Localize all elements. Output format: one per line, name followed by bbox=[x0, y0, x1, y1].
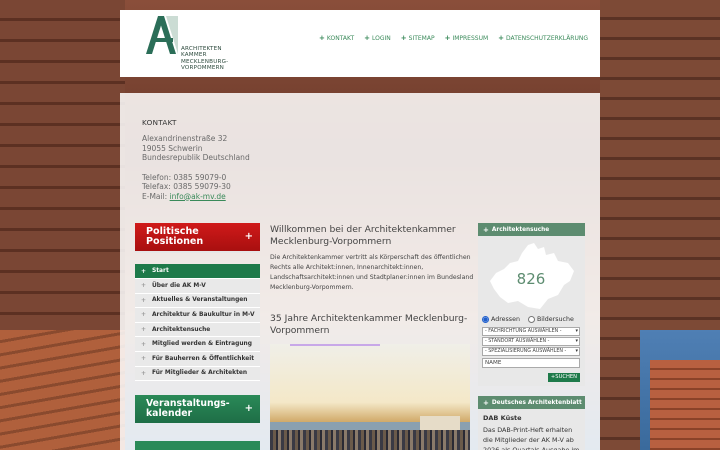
contact-title: KONTAKT bbox=[142, 118, 177, 127]
plus-icon: + bbox=[244, 231, 253, 242]
leftnav-label: Für Bauherren & Öffentlichkeit bbox=[152, 355, 255, 362]
logo-text: ARCHITEKTEN KAMMER MECKLENBURG- VORPOMME… bbox=[181, 46, 228, 72]
next-banner-strip[interactable] bbox=[135, 441, 260, 450]
plus-icon: + bbox=[141, 311, 147, 319]
plus-icon: + bbox=[141, 282, 147, 290]
event-photo[interactable] bbox=[270, 344, 470, 450]
search-button-label: SUCHEN bbox=[555, 374, 578, 380]
select-value: - STANDORT AUSWÄHLEN - bbox=[485, 339, 550, 344]
plus-icon: + bbox=[141, 267, 147, 275]
veranstaltungskalender-banner[interactable]: Veranstaltungs- kalender + bbox=[135, 395, 260, 423]
politische-positionen-banner[interactable]: Politische Positionen + bbox=[135, 223, 260, 251]
leftnav-item-architektensuche[interactable]: + Architektensuche bbox=[135, 322, 260, 338]
contact-address: Alexandrinenstraße 32 19055 Schwerin Bun… bbox=[142, 134, 250, 201]
dab-text: Das DAB-Print-Heft erhalten die Mitglied… bbox=[483, 426, 580, 450]
nav-impressum[interactable]: + IMPRESSUM bbox=[445, 34, 489, 42]
result-count: 826 bbox=[516, 270, 546, 288]
plus-icon: + bbox=[364, 34, 370, 42]
nav-label: DATENSCHUTZERKLÄRUNG bbox=[506, 34, 588, 42]
leftnav-label: Architektensuche bbox=[152, 326, 211, 333]
logo-line: VORPOMMERN bbox=[181, 65, 225, 72]
nav-label: IMPRESSUM bbox=[452, 34, 489, 42]
chevron-down-icon: ▾ bbox=[575, 328, 578, 334]
background-house-right bbox=[650, 360, 720, 450]
side-head-label: Deutsches Architektenblatt bbox=[491, 399, 582, 406]
site-header: ARCHITEKTEN KAMMER MECKLENBURG- VORPOMME… bbox=[120, 10, 600, 77]
address-country: Bundesrepublik Deutschland bbox=[142, 153, 250, 162]
background-roof-left bbox=[0, 330, 125, 450]
leftnav-label: Für Mitglieder & Architekten bbox=[152, 370, 248, 377]
leftnav-label: Über die AK M-V bbox=[152, 282, 206, 289]
leftnav-label: Aktuelles & Veranstaltungen bbox=[152, 297, 248, 304]
radio-label: Bildersuche bbox=[536, 316, 574, 323]
plus-icon: + bbox=[318, 34, 325, 42]
plus-icon: + bbox=[483, 225, 489, 234]
name-input[interactable]: NAME bbox=[482, 358, 580, 368]
dab-title[interactable]: DAB Küste bbox=[483, 414, 522, 422]
plus-icon: + bbox=[141, 369, 147, 377]
plus-icon: + bbox=[141, 340, 147, 348]
email-label: E-Mail: bbox=[142, 191, 170, 201]
search-mode-radios: Adressen Bildersuche bbox=[482, 316, 574, 323]
plus-icon: + bbox=[483, 398, 489, 407]
leftnav-item-aktuelles[interactable]: + Aktuelles & Veranstaltungen bbox=[135, 293, 260, 309]
select-value: - FACHRICHTUNG AUSWÄHLEN - bbox=[485, 329, 562, 334]
select-fachrichtung[interactable]: - FACHRICHTUNG AUSWÄHLEN - ▾ bbox=[482, 327, 580, 336]
select-value: - SPEZIALISIERUNG AUSWÄHLEN - bbox=[485, 349, 567, 354]
banner-line: Positionen bbox=[146, 236, 204, 247]
contact-fax: Telefax: 0385 59079-30 bbox=[142, 182, 231, 191]
plus-icon: + bbox=[141, 355, 147, 363]
contact-phone: Telefon: 0385 59079-0 bbox=[142, 172, 227, 182]
leftnav-label: Mitglied werden & Eintragung bbox=[152, 341, 252, 348]
nav-sitemap[interactable]: + SITEMAP bbox=[401, 34, 435, 42]
jahre-heading[interactable]: 35 Jahre Architektenkammer Mecklenburg-V… bbox=[270, 313, 475, 336]
plus-icon: + bbox=[244, 403, 253, 414]
nav-label: KONTAKT bbox=[326, 34, 355, 42]
leftnav-label: Start bbox=[152, 268, 169, 274]
nav-label: LOGIN bbox=[372, 34, 391, 42]
email-link[interactable]: info@ak-mv.de bbox=[170, 192, 226, 201]
logo-icon[interactable] bbox=[144, 16, 178, 54]
select-spezialisierung[interactable]: - SPEZIALISIERUNG AUSWÄHLEN - ▾ bbox=[482, 347, 580, 356]
side-head-label: Architektensuche bbox=[491, 226, 550, 233]
radio-bildersuche[interactable]: Bildersuche bbox=[527, 316, 574, 323]
radio-label: Adressen bbox=[491, 316, 520, 323]
leftnav-item-architektur[interactable]: + Architektur & Baukultur in M-V bbox=[135, 308, 260, 323]
radio-adressen[interactable]: Adressen bbox=[482, 316, 520, 323]
chevron-down-icon: ▾ bbox=[575, 348, 578, 354]
banner-line: kalender bbox=[146, 408, 193, 419]
search-button[interactable]: +SUCHEN bbox=[548, 373, 580, 382]
select-standort[interactable]: - STANDORT AUSWÄHLEN - ▾ bbox=[482, 337, 580, 346]
dab-header: + Deutsches Architektenblatt bbox=[478, 396, 585, 409]
nav-login[interactable]: + LOGIN bbox=[364, 34, 391, 42]
plus-icon: + bbox=[141, 296, 147, 304]
slider-indicator bbox=[290, 344, 380, 346]
radio-checked-icon bbox=[482, 316, 489, 323]
nav-datenschutz[interactable]: + DATENSCHUTZERKLÄRUNG bbox=[498, 34, 588, 42]
plus-icon: + bbox=[141, 326, 147, 334]
address-street: Alexandrinenstraße 32 bbox=[142, 134, 228, 143]
plus-icon: + bbox=[498, 34, 505, 42]
chevron-down-icon: ▾ bbox=[575, 338, 578, 344]
leftnav-label: Architektur & Baukultur in M-V bbox=[152, 311, 255, 318]
plus-icon: + bbox=[400, 34, 407, 42]
plus-icon: + bbox=[444, 34, 451, 42]
leftnav-item-start[interactable]: + Start bbox=[135, 264, 260, 279]
leftnav-item-bauherren[interactable]: + Für Bauherren & Öffentlichkeit bbox=[135, 351, 260, 367]
photo-crowd bbox=[270, 430, 470, 450]
radio-unchecked-icon bbox=[527, 316, 535, 323]
leftnav-item-mitglieder[interactable]: + Für Mitglieder & Architekten bbox=[135, 366, 260, 382]
nav-label: SITEMAP bbox=[408, 34, 435, 42]
architektensuche-header: + Architektensuche bbox=[478, 223, 585, 236]
leftnav-item-ueber[interactable]: + Über die AK M-V bbox=[135, 279, 260, 294]
welcome-text: Die Architektenkammer vertritt als Körpe… bbox=[270, 254, 474, 291]
left-navigation: + Start + Über die AK M-V + Aktuelles & Ver… bbox=[135, 264, 260, 382]
photo-tent bbox=[420, 416, 460, 430]
leftnav-item-mitglied[interactable]: + Mitglied werden & Eintragung bbox=[135, 337, 260, 352]
top-navigation: + KONTAKT + LOGIN + SITEMAP + IMPRESSUM + DAT… bbox=[319, 34, 588, 42]
welcome-heading: Willkommen bei der Architektenkammer Mec… bbox=[270, 224, 456, 247]
address-city: 19055 Schwerin bbox=[142, 143, 203, 153]
nav-kontakt[interactable]: + KONTAKT bbox=[319, 34, 354, 42]
